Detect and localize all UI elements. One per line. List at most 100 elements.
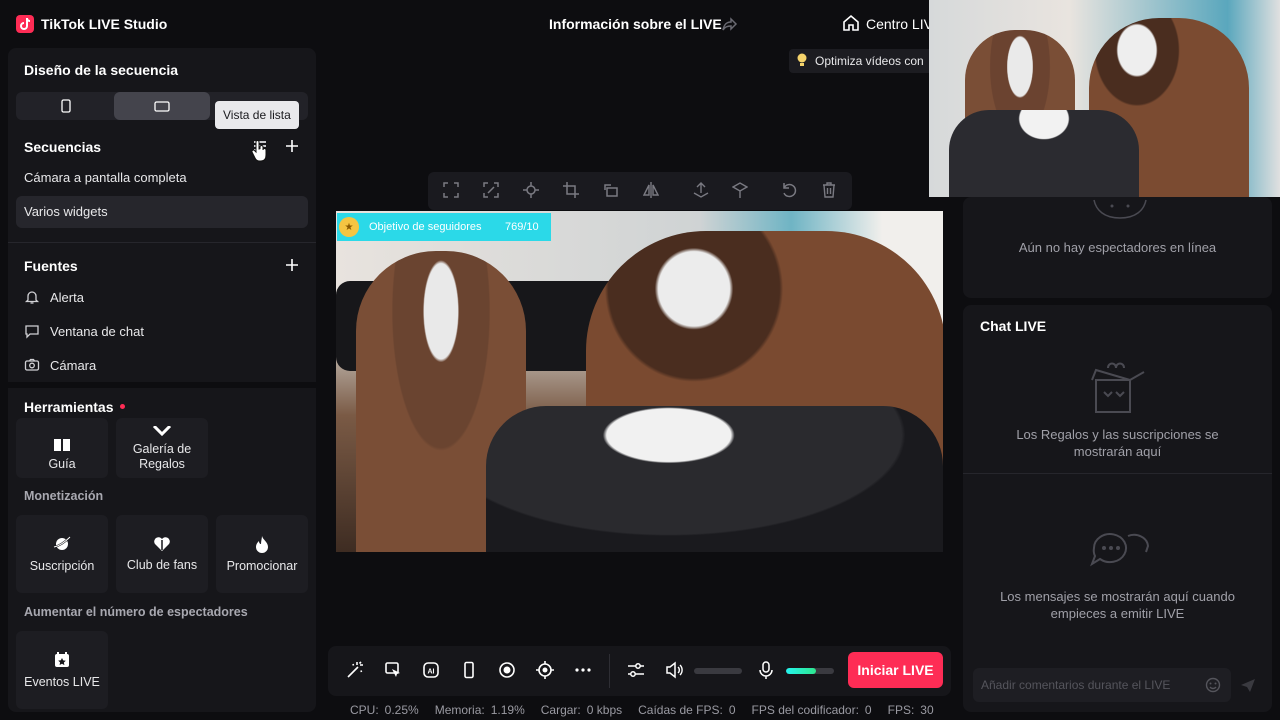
upload-stat: Cargar: 0 kbps: [540, 703, 623, 717]
tool-label: Galería de Regalos: [132, 442, 192, 471]
source-label: Alerta: [50, 289, 84, 305]
tool-live-events[interactable]: Eventos LIVE: [16, 631, 108, 709]
sources-title: Fuentes: [24, 258, 78, 274]
hand-cursor-icon: [251, 140, 267, 162]
fps-stat: FPS: 30: [887, 703, 934, 717]
mic-level-fill: [786, 668, 816, 674]
share-icon[interactable]: [722, 16, 738, 32]
chat-title: Chat LIVE: [980, 318, 1047, 334]
camera-overlay[interactable]: [929, 0, 1280, 197]
sequence-item[interactable]: Cámara a pantalla completa: [16, 162, 308, 194]
effects-wand-icon[interactable]: [346, 661, 364, 679]
tool-fan-club[interactable]: Club de fans: [116, 515, 208, 593]
viewers-empty-text: Aún no hay espectadores en línea: [1018, 240, 1217, 255]
source-label: Cámara: [50, 357, 97, 373]
move-down-icon[interactable]: [732, 182, 748, 198]
gifts-empty-text: Los Regalos y las suscripciones se mostr…: [1016, 427, 1219, 459]
boost-viewers-title: Aumentar el número de espectadores: [24, 605, 248, 619]
center-icon[interactable]: [523, 182, 539, 198]
tool-label: Guía: [48, 457, 76, 471]
divider: [8, 242, 316, 243]
more-icon[interactable]: [574, 661, 592, 679]
microphone-icon[interactable]: [757, 661, 775, 679]
tools-title: Herramientas: [24, 399, 114, 415]
volume-slider[interactable]: [694, 668, 742, 674]
settings-sliders-icon[interactable]: [627, 661, 645, 679]
comment-input[interactable]: Añadir comentarios durante el LIVE: [973, 668, 1231, 702]
source-label: Ventana de chat: [50, 323, 144, 339]
encoder-fps-stat: FPS del codificador: 0: [751, 703, 872, 717]
scene-cloth: [949, 110, 1139, 197]
lightbulb-icon: [797, 53, 807, 69]
tool-promote[interactable]: Promocionar: [216, 515, 308, 593]
mic-level-slider[interactable]: [786, 668, 834, 674]
trash-icon[interactable]: [821, 182, 837, 198]
app-title: TikTok LIVE Studio: [41, 16, 168, 32]
undo-icon[interactable]: [781, 182, 797, 198]
tool-label: Promocionar: [226, 558, 298, 573]
divider: [8, 382, 316, 388]
tiktok-logo-icon: [16, 15, 34, 33]
heart-icon: [154, 536, 170, 551]
ai-icon[interactable]: AI: [422, 661, 440, 679]
clip-icon[interactable]: [536, 661, 554, 679]
rotate-icon[interactable]: [603, 182, 619, 198]
tool-label: Suscripción: [29, 558, 95, 573]
fps-drop-stat: Caídas de FPS: 0: [638, 703, 736, 717]
add-sequence-icon[interactable]: [285, 139, 299, 153]
tool-label: Eventos LIVE: [24, 674, 100, 689]
tool-guide[interactable]: Guía: [16, 418, 108, 478]
subscription-icon: [53, 535, 71, 550]
messages-empty-text: Los mensajes se mostrarán aquí cuando em…: [1000, 589, 1235, 621]
fit-screen-icon[interactable]: [443, 182, 459, 198]
go-live-button[interactable]: Iniciar LIVE: [848, 652, 943, 688]
messages-icon: [1088, 528, 1150, 576]
crop-icon[interactable]: [563, 182, 579, 198]
live-info-title[interactable]: Información sobre el LIVE: [549, 16, 722, 32]
home-icon[interactable]: [842, 14, 860, 32]
tool-subscription[interactable]: Suscripción: [16, 515, 108, 593]
flame-icon: [256, 535, 268, 553]
gift-icon: [1088, 358, 1148, 416]
gift-gallery-icon: [153, 426, 171, 436]
add-source-icon[interactable]: [285, 258, 299, 272]
phone-preview-icon[interactable]: [460, 661, 478, 679]
viewers-empty-icon: [1090, 198, 1150, 228]
send-icon[interactable]: [1240, 677, 1256, 693]
chat-window-icon: [25, 325, 39, 339]
optimize-tip[interactable]: Optimiza vídeos con: [789, 49, 949, 73]
scene-cloth: [486, 406, 943, 552]
divider: [609, 654, 610, 688]
sequence-design-title: Diseño de la secuencia: [24, 62, 179, 78]
tool-gift-gallery[interactable]: Galería de Regalos: [116, 418, 208, 478]
flip-horizontal-icon[interactable]: [643, 182, 659, 198]
new-dot-badge: [120, 404, 125, 409]
record-icon[interactable]: [498, 661, 516, 679]
goal-count: 769/10: [505, 221, 539, 233]
status-bar: CPU: 0.25% Memoria: 1.19% Cargar: 0 kbps Ca…: [350, 703, 934, 717]
follower-goal-widget[interactable]: ★ Objetivo de seguidores 769/10: [337, 213, 551, 241]
source-item-chat[interactable]: Ventana de chat: [24, 321, 144, 341]
monetization-title: Monetización: [24, 489, 104, 503]
sequences-title: Secuencias: [24, 139, 102, 155]
divider: [963, 473, 1272, 474]
speaker-icon[interactable]: [665, 661, 683, 679]
move-up-icon[interactable]: [693, 182, 709, 198]
horizontal-layout-button[interactable]: [114, 92, 210, 120]
vertical-layout-button[interactable]: [18, 92, 114, 120]
goal-badge-icon: ★: [339, 217, 359, 237]
centro-live-link[interactable]: Centro LIV: [866, 16, 933, 32]
svg-text:AI: AI: [428, 669, 435, 676]
sequence-item-selected[interactable]: Varios widgets: [16, 196, 308, 228]
bell-icon: [24, 291, 40, 304]
cpu-stat: CPU: 0.25%: [350, 703, 419, 717]
memory-stat: Memoria: 1.19%: [434, 703, 525, 717]
emoji-icon[interactable]: [1205, 677, 1221, 693]
source-item-alert[interactable]: Alerta: [24, 287, 84, 307]
expand-icon[interactable]: [483, 182, 499, 198]
calendar-star-icon: [55, 651, 69, 667]
screen-capture-icon[interactable]: [384, 661, 402, 679]
stream-preview[interactable]: [336, 211, 943, 552]
list-view-tooltip: Vista de lista: [215, 101, 299, 129]
source-item-camera[interactable]: Cámara: [24, 355, 96, 375]
